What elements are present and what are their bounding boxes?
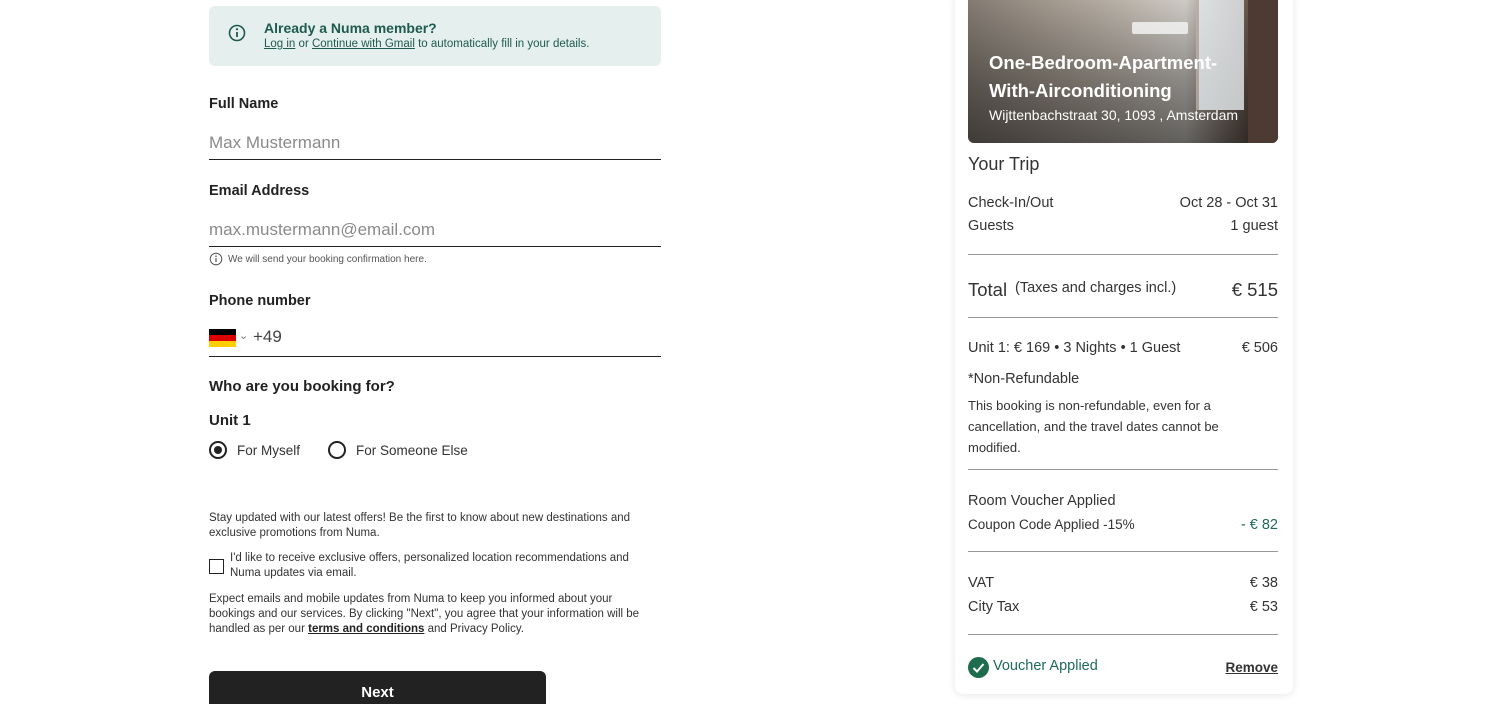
radio-for-myself[interactable]: For Myself bbox=[209, 441, 300, 459]
unit-label: Unit 1 bbox=[209, 412, 251, 429]
coupon-value: - € 82 bbox=[1240, 517, 1278, 533]
coupon-label: Coupon Code Applied -15% bbox=[968, 517, 1135, 532]
member-banner-suffix: to automatically fill in your details. bbox=[418, 38, 590, 50]
info-icon bbox=[228, 24, 246, 42]
member-banner-text: Log in or Continue with Gmail to automat… bbox=[264, 38, 589, 50]
total-value: € 515 bbox=[1231, 279, 1278, 300]
city-tax-label: City Tax bbox=[968, 599, 1020, 615]
phone-field: ⌄ +49 bbox=[209, 322, 661, 357]
germany-flag-icon[interactable] bbox=[209, 329, 236, 347]
phone-dial-code: +49 bbox=[253, 327, 282, 346]
full-name-field bbox=[209, 126, 661, 160]
email-field bbox=[209, 213, 661, 247]
remove-voucher-link[interactable]: Remove bbox=[1225, 660, 1278, 675]
divider bbox=[968, 634, 1278, 635]
login-link[interactable]: Log in bbox=[264, 38, 295, 50]
guests-value: 1 guest bbox=[1230, 218, 1278, 234]
divider bbox=[968, 469, 1278, 470]
offers-checkbox[interactable] bbox=[209, 559, 224, 574]
or-text: or bbox=[298, 38, 309, 50]
radio-for-someone-else[interactable]: For Someone Else bbox=[328, 441, 468, 459]
email-label: Email Address bbox=[209, 183, 310, 199]
air-conditioner-graphic bbox=[1132, 22, 1188, 34]
offers-intro: Stay updated with our latest offers! Be … bbox=[209, 512, 631, 539]
total-label: Total bbox=[968, 279, 1008, 300]
divider bbox=[968, 551, 1278, 552]
terms-link[interactable]: terms and conditions bbox=[308, 623, 424, 635]
phone-input[interactable] bbox=[291, 322, 661, 355]
member-login-banner: Already a Numa member? Log in or Continu… bbox=[209, 6, 661, 66]
divider bbox=[968, 254, 1278, 255]
email-hint: We will send your booking confirmation h… bbox=[209, 252, 427, 266]
non-refundable-text: This booking is non-refundable, even for… bbox=[968, 398, 1219, 455]
voucher-title: Room Voucher Applied bbox=[968, 493, 1116, 509]
member-banner-title: Already a Numa member? bbox=[264, 20, 437, 36]
offers-checkbox-label: I'd like to receive exclusive offers, pe… bbox=[230, 552, 629, 579]
next-button[interactable]: Next bbox=[209, 671, 546, 704]
checkin-value: Oct 28 - Oct 31 bbox=[1179, 195, 1278, 211]
radio-unselected-icon[interactable] bbox=[328, 441, 346, 459]
legal-text-part-1: Expect emails and mobile updates from Nu… bbox=[209, 593, 640, 635]
continue-with-gmail-link[interactable]: Continue with Gmail bbox=[312, 38, 415, 50]
unit-price-value: € 506 bbox=[1241, 340, 1278, 356]
unit-price-line: Unit 1: € 169 • 3 Nights • 1 Guest bbox=[968, 340, 1181, 356]
check-icon bbox=[968, 657, 989, 678]
total-note: (Taxes and charges incl.) bbox=[1015, 280, 1177, 296]
radio-selected-icon[interactable] bbox=[209, 441, 227, 459]
email-hint-text: We will send your booking confirmation h… bbox=[228, 253, 427, 265]
non-refundable-title: *Non-Refundable bbox=[968, 371, 1080, 387]
booking-for-question: Who are you booking for? bbox=[209, 378, 395, 395]
email-input[interactable] bbox=[209, 213, 661, 246]
full-name-label: Full Name bbox=[209, 96, 279, 112]
radio-for-someone-else-label: For Someone Else bbox=[356, 442, 468, 458]
room-address: Wijttenbachstraat 30, 1093 , Amsterdam bbox=[989, 107, 1239, 123]
voucher-applied-text: Voucher Applied bbox=[993, 658, 1098, 674]
full-name-input[interactable] bbox=[209, 126, 661, 159]
vat-label: VAT bbox=[968, 575, 995, 591]
room-photo: One-Bedroom-Apartment-With-Airconditioni… bbox=[968, 0, 1278, 143]
guests-label: Guests bbox=[968, 218, 1014, 234]
curtain-graphic bbox=[1248, 0, 1278, 143]
phone-label: Phone number bbox=[209, 293, 311, 309]
info-icon bbox=[209, 252, 223, 266]
radio-for-myself-label: For Myself bbox=[237, 442, 301, 458]
checkin-label: Check-In/Out bbox=[968, 195, 1054, 211]
legal-text-part-2: and Privacy Policy. bbox=[427, 623, 524, 635]
vat-value: € 38 bbox=[1249, 575, 1278, 591]
divider bbox=[968, 317, 1278, 318]
legal-text: Expect emails and mobile updates from Nu… bbox=[209, 592, 659, 637]
your-trip-heading: Your Trip bbox=[968, 154, 1040, 174]
chevron-down-icon[interactable]: ⌄ bbox=[239, 329, 248, 342]
city-tax-value: € 53 bbox=[1249, 599, 1278, 615]
room-title: One-Bedroom-Apartment-With-Airconditioni… bbox=[989, 52, 1218, 101]
